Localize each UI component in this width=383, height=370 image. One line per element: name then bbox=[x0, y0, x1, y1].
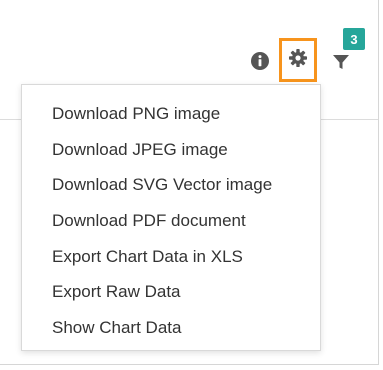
filter-icon[interactable] bbox=[331, 52, 351, 72]
settings-button[interactable] bbox=[279, 38, 317, 82]
menu-item-export-xls[interactable]: Export Chart Data in XLS bbox=[22, 239, 320, 275]
filter-count-badge: 3 bbox=[343, 28, 365, 50]
menu-item-download-svg[interactable]: Download SVG Vector image bbox=[22, 167, 320, 203]
gear-icon bbox=[288, 48, 308, 73]
export-menu: Download PNG image Download JPEG image D… bbox=[21, 84, 321, 351]
info-icon[interactable] bbox=[250, 51, 270, 71]
menu-item-download-jpeg[interactable]: Download JPEG image bbox=[22, 132, 320, 168]
chart-panel: 3 Download PNG image Download JPEG image… bbox=[0, 0, 379, 365]
menu-item-download-png[interactable]: Download PNG image bbox=[22, 96, 320, 132]
menu-item-download-pdf[interactable]: Download PDF document bbox=[22, 203, 320, 239]
menu-item-show-chart-data[interactable]: Show Chart Data bbox=[22, 310, 320, 346]
menu-item-export-raw[interactable]: Export Raw Data bbox=[22, 274, 320, 310]
